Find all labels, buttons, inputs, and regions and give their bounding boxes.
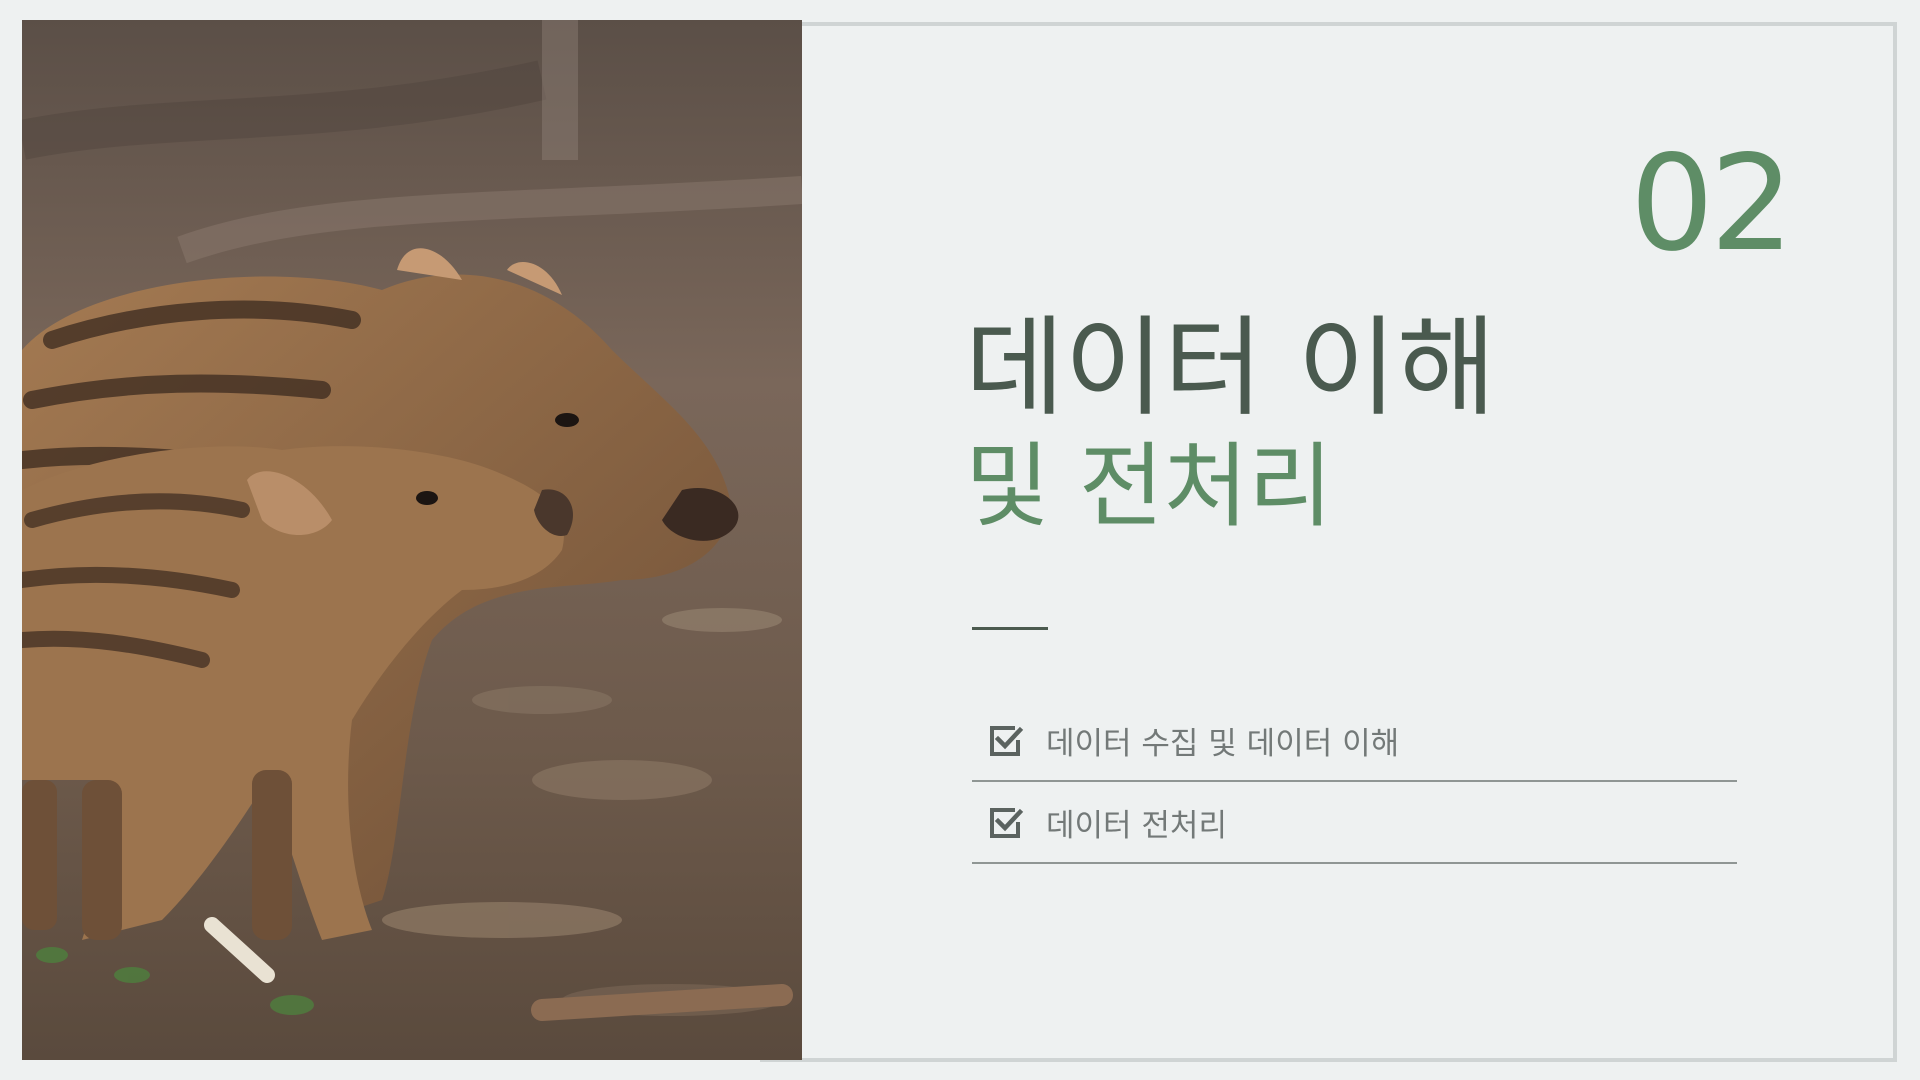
checkbox-checked-icon [990,726,1024,756]
agenda-item-label: 데이터 전처리 [1046,807,1227,844]
slide-subtitle: 및 전처리 [965,433,1333,540]
piglets-photo [22,20,802,1060]
slide-title: 데이터 이해 [965,306,1497,431]
title-divider [972,627,1048,630]
agenda-list: 데이터 수집 및 데이터 이해 데이터 전처리 [972,700,1737,864]
agenda-item-preprocessing[interactable]: 데이터 전처리 [972,782,1737,864]
section-number: 02 [1630,127,1794,281]
checkbox-checked-icon [990,808,1024,838]
agenda-item-data-collection[interactable]: 데이터 수집 및 데이터 이해 [972,700,1737,782]
wild-boar-piglets-photo [22,20,802,1060]
agenda-item-label: 데이터 수집 및 데이터 이해 [1046,725,1400,762]
